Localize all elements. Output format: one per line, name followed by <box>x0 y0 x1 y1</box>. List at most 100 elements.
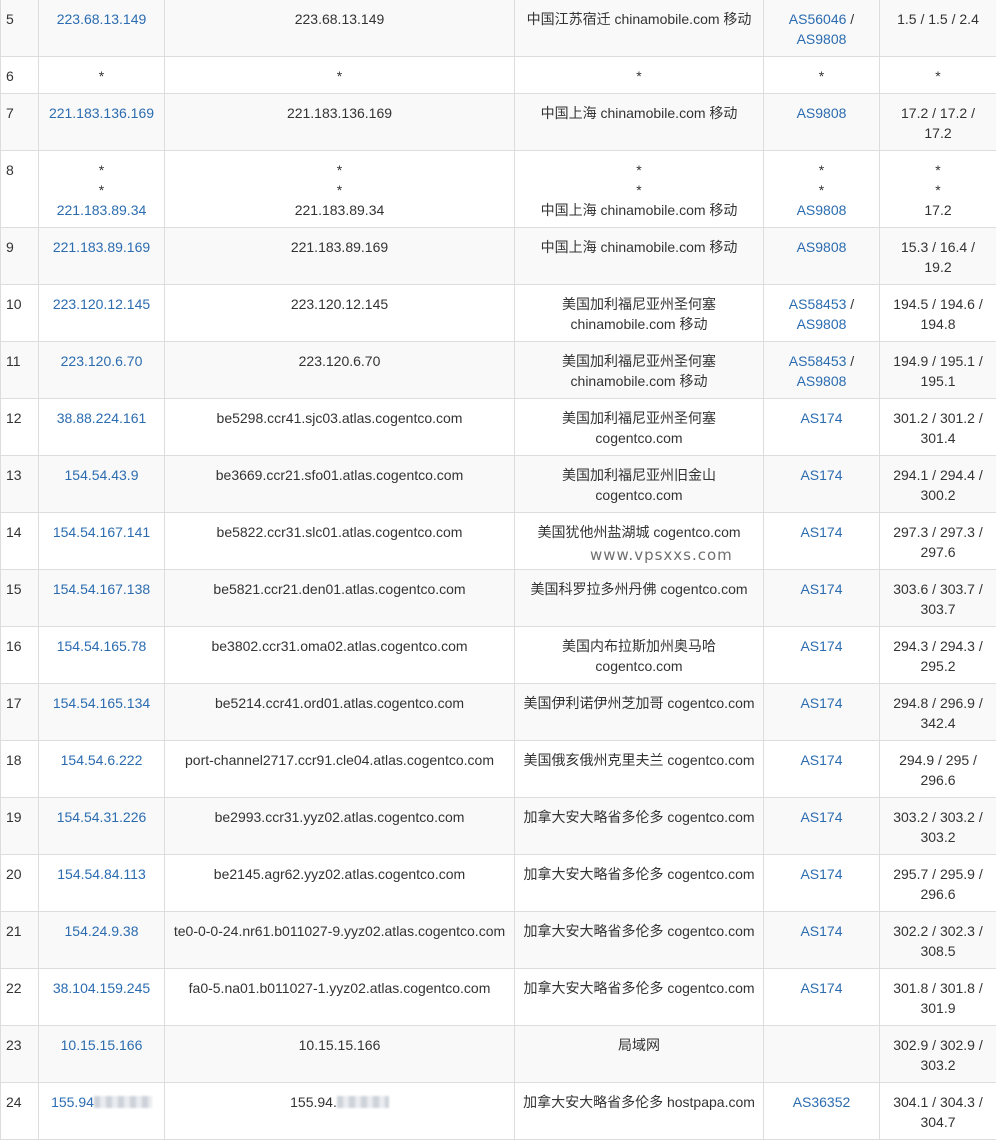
asn-link[interactable]: AS36352 <box>793 1094 851 1110</box>
ip-cell: 154.54.6.222 <box>39 741 165 798</box>
asn-link[interactable]: AS174 <box>800 524 842 540</box>
location-cell: 美国加利福尼亚州旧金山 cogentco.com <box>515 456 764 513</box>
asn-link[interactable]: AS9808 <box>797 239 847 255</box>
asn-link[interactable]: AS174 <box>800 410 842 426</box>
location-cell: 美国加利福尼亚州圣何塞 chinamobile.com 移动 <box>515 285 764 342</box>
asn-link[interactable]: AS174 <box>800 467 842 483</box>
rtt-cell: 303.2 / 303.2 / 303.2 <box>880 798 996 855</box>
location-cell: 局域网 <box>515 1026 764 1083</box>
asn-link[interactable]: AS9808 <box>797 316 847 332</box>
ip-link[interactable]: 154.54.84.113 <box>57 866 146 882</box>
hostname-cell: fa0-5.na01.b011027-1.yyz02.atlas.cogentc… <box>165 969 515 1026</box>
asn-link[interactable]: AS9808 <box>770 200 873 220</box>
ip-link[interactable]: 154.54.6.222 <box>61 752 143 768</box>
ip-link[interactable]: 154.54.167.138 <box>53 581 150 597</box>
location-cell: 美国俄亥俄州克里夫兰 cogentco.com <box>515 741 764 798</box>
rtt-cell: * <box>880 57 996 94</box>
location: 中国上海 chinamobile.com 移动 <box>541 239 738 255</box>
asn-link[interactable]: AS9808 <box>797 105 847 121</box>
hop-number: 14 <box>6 524 22 540</box>
ip-link[interactable]: 221.183.136.169 <box>49 105 154 121</box>
ip-link[interactable]: 223.120.12.145 <box>53 296 150 312</box>
rtt-values: 295.7 / 295.9 / 296.6 <box>893 866 983 902</box>
ip-link[interactable]: 223.120.6.70 <box>61 353 143 369</box>
location: 美国加利福尼亚州圣何塞 chinamobile.com 移动 <box>562 296 716 332</box>
asn-link[interactable]: AS174 <box>800 581 842 597</box>
ip-cell: 154.54.167.138 <box>39 570 165 627</box>
rtt-values: 301.8 / 301.8 / 301.9 <box>893 980 983 1016</box>
ip-cell: 223.68.13.149 <box>39 0 165 57</box>
ip-link[interactable]: 154.54.165.134 <box>53 695 150 711</box>
ip-link[interactable]: 155.94 <box>51 1094 94 1110</box>
rtt-values: 17.2 <box>886 200 990 220</box>
asn-link[interactable]: AS174 <box>800 638 842 654</box>
rtt-values: 17.2 / 17.2 / 17.2 <box>901 105 975 141</box>
location: 美国伊利诺伊州芝加哥 cogentco.com <box>523 695 754 711</box>
hostname-cell: be2993.ccr31.yyz02.atlas.cogentco.com <box>165 798 515 855</box>
rtt-values: 302.9 / 302.9 / 303.2 <box>893 1037 983 1073</box>
hop-number: 8 <box>6 162 14 178</box>
asn-cell <box>764 1026 880 1083</box>
hop-row: 8**221.183.89.34**221.183.89.34**中国上海 ch… <box>1 151 996 228</box>
hop-number-cell: 13 <box>1 456 39 513</box>
rtt-cell: 304.1 / 304.3 / 304.7 <box>880 1083 996 1140</box>
ip-cell: 221.183.136.169 <box>39 94 165 151</box>
asn-cell: AS174 <box>764 399 880 456</box>
asn-separator: / <box>846 353 854 369</box>
location-cell: **中国上海 chinamobile.com 移动 <box>515 151 764 228</box>
asn-link[interactable]: AS58453 <box>789 296 847 312</box>
rtt-cell: 303.6 / 303.7 / 303.7 <box>880 570 996 627</box>
hop-row: 1238.88.224.161be5298.ccr41.sjc03.atlas.… <box>1 399 996 456</box>
location-cell: 加拿大安大略省多伦多 cogentco.com <box>515 855 764 912</box>
asn-cell: AS174 <box>764 627 880 684</box>
rtt-values: 294.1 / 294.4 / 300.2 <box>893 467 983 503</box>
asn-link[interactable]: AS174 <box>800 695 842 711</box>
location: * <box>521 180 757 200</box>
hostname: be5214.ccr41.ord01.atlas.cogentco.com <box>215 695 464 711</box>
hostname-cell: 221.183.89.169 <box>165 228 515 285</box>
ip-link[interactable]: 154.24.9.38 <box>65 923 139 939</box>
ip-link[interactable]: 221.183.89.34 <box>45 200 158 220</box>
location-cell: 美国伊利诺伊州芝加哥 cogentco.com <box>515 684 764 741</box>
hop-row: 20154.54.84.113be2145.agr62.yyz02.atlas.… <box>1 855 996 912</box>
ip-link[interactable]: 154.54.31.226 <box>57 809 147 825</box>
ip-link[interactable]: 154.54.43.9 <box>65 467 139 483</box>
ip-link[interactable]: 10.15.15.166 <box>61 1037 143 1053</box>
ip-link[interactable]: 154.54.165.78 <box>57 638 147 654</box>
ip-link[interactable]: 221.183.89.169 <box>53 239 150 255</box>
rtt-values: 194.5 / 194.6 / 194.8 <box>893 296 983 332</box>
rtt-values: 294.8 / 296.9 / 342.4 <box>893 695 983 731</box>
asn-cell: AS174 <box>764 855 880 912</box>
hop-number: 10 <box>6 296 22 312</box>
asn-link[interactable]: AS174 <box>800 809 842 825</box>
hop-number: 24 <box>6 1094 22 1110</box>
rtt-cell: 294.1 / 294.4 / 300.2 <box>880 456 996 513</box>
ip-cell: 154.54.165.134 <box>39 684 165 741</box>
hop-row: 6***** <box>1 57 996 94</box>
asn-link[interactable]: AS56046 <box>789 11 847 27</box>
ip-link[interactable]: 38.88.224.161 <box>57 410 147 426</box>
asn-link[interactable]: AS9808 <box>797 31 847 47</box>
asn-link[interactable]: AS174 <box>800 866 842 882</box>
ip-link[interactable]: 38.104.159.245 <box>53 980 150 996</box>
hop-number: 9 <box>6 239 14 255</box>
asn-cell: **AS9808 <box>764 151 880 228</box>
location: 中国江苏宿迁 chinamobile.com 移动 <box>527 11 752 27</box>
hop-number: 7 <box>6 105 14 121</box>
location: 加拿大安大略省多伦多 cogentco.com <box>523 980 754 996</box>
asn-link[interactable]: AS9808 <box>797 373 847 389</box>
location: 美国犹他州盐湖城 cogentco.com <box>537 524 740 540</box>
ip-link[interactable]: 223.68.13.149 <box>57 11 147 27</box>
hop-number: 22 <box>6 980 22 996</box>
hop-number-cell: 20 <box>1 855 39 912</box>
rtt-cell: 294.3 / 294.3 / 295.2 <box>880 627 996 684</box>
rtt-values: 294.3 / 294.3 / 295.2 <box>893 638 983 674</box>
rtt-values: * <box>886 180 990 200</box>
hostname-cell: **221.183.89.34 <box>165 151 515 228</box>
asn-link[interactable]: AS174 <box>800 980 842 996</box>
location: 美国加利福尼亚州圣何塞 chinamobile.com 移动 <box>562 353 716 389</box>
asn-link[interactable]: AS174 <box>800 923 842 939</box>
asn-link[interactable]: AS174 <box>800 752 842 768</box>
asn-link[interactable]: AS58453 <box>789 353 847 369</box>
ip-link[interactable]: 154.54.167.141 <box>53 524 150 540</box>
